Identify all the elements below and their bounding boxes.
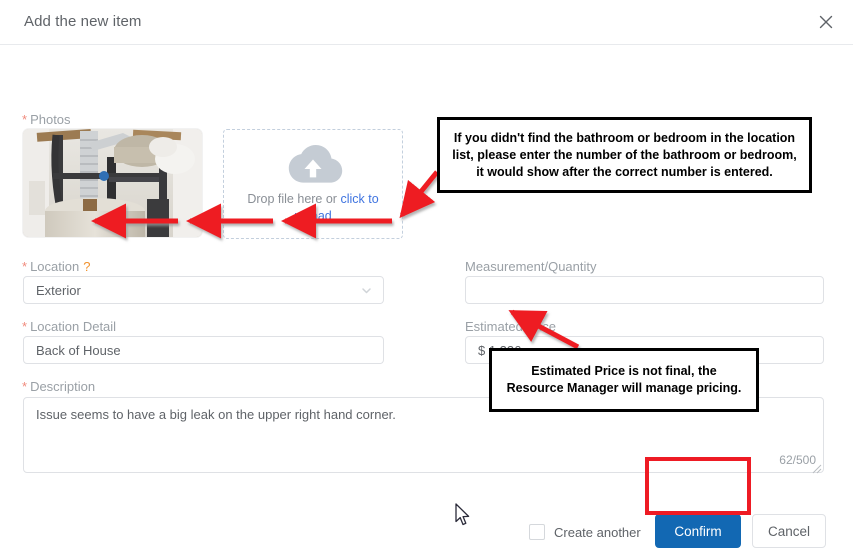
location-select[interactable]: Exterior: [23, 276, 384, 304]
required-marker: *: [22, 112, 28, 127]
location-detail-label-text: Location Detail: [30, 319, 117, 334]
description-char-counter: 62/500: [779, 453, 816, 467]
cloud-upload-icon: [280, 141, 346, 185]
location-detail-input[interactable]: [23, 336, 384, 364]
create-another-checkbox[interactable]: [529, 524, 545, 540]
measurement-label-text: Measurement/Quantity: [465, 259, 597, 274]
location-select-value: Exterior: [36, 282, 81, 298]
create-another-checkbox-row[interactable]: Create another: [529, 524, 641, 540]
add-item-dialog: Add the new item * Photos Drop file here…: [0, 0, 853, 548]
chevron-down-icon: [360, 284, 373, 297]
photos-label-text: Photos: [30, 112, 71, 127]
description-label: * Description: [22, 379, 95, 395]
dialog-header: Add the new item: [0, 0, 853, 45]
photos-label: * Photos: [22, 112, 71, 128]
required-marker: *: [22, 379, 28, 394]
mouse-cursor: [455, 503, 470, 526]
required-marker: *: [22, 319, 28, 334]
cancel-button[interactable]: Cancel: [752, 514, 826, 548]
photo-thumbnail[interactable]: [23, 129, 202, 237]
resize-grip-icon[interactable]: [812, 461, 822, 474]
dropzone-text: Drop file here or click to upload: [233, 191, 393, 225]
estimated-price-label: Estimated Price: [465, 319, 556, 335]
location-annotation-callout: If you didn't find the bathroom or bedro…: [437, 117, 812, 193]
confirm-button-highlight: [645, 457, 751, 515]
close-icon[interactable]: [815, 11, 837, 33]
measurement-input[interactable]: [465, 276, 824, 304]
confirm-button[interactable]: Confirm: [655, 514, 741, 548]
photo-thumbnail-image: [23, 129, 202, 237]
photo-dropzone[interactable]: Drop file here or click to upload: [223, 129, 403, 239]
estimated-price-label-text: Estimated Price: [465, 319, 557, 334]
location-detail-label: * Location Detail: [22, 319, 116, 335]
location-label-text: Location: [30, 259, 80, 274]
required-marker: *: [22, 259, 28, 274]
location-label: * Location?: [22, 259, 90, 275]
create-another-label: Create another: [554, 524, 641, 540]
location-select-wrap: Exterior: [23, 276, 384, 304]
price-annotation-callout: Estimated Price is not final, the Resour…: [489, 348, 759, 412]
location-help-icon[interactable]: ?: [83, 259, 90, 274]
dialog-title: Add the new item: [24, 13, 142, 30]
dropzone-text-primary: Drop file here or: [247, 192, 341, 206]
description-label-text: Description: [30, 379, 96, 394]
measurement-label: Measurement/Quantity: [465, 259, 597, 275]
